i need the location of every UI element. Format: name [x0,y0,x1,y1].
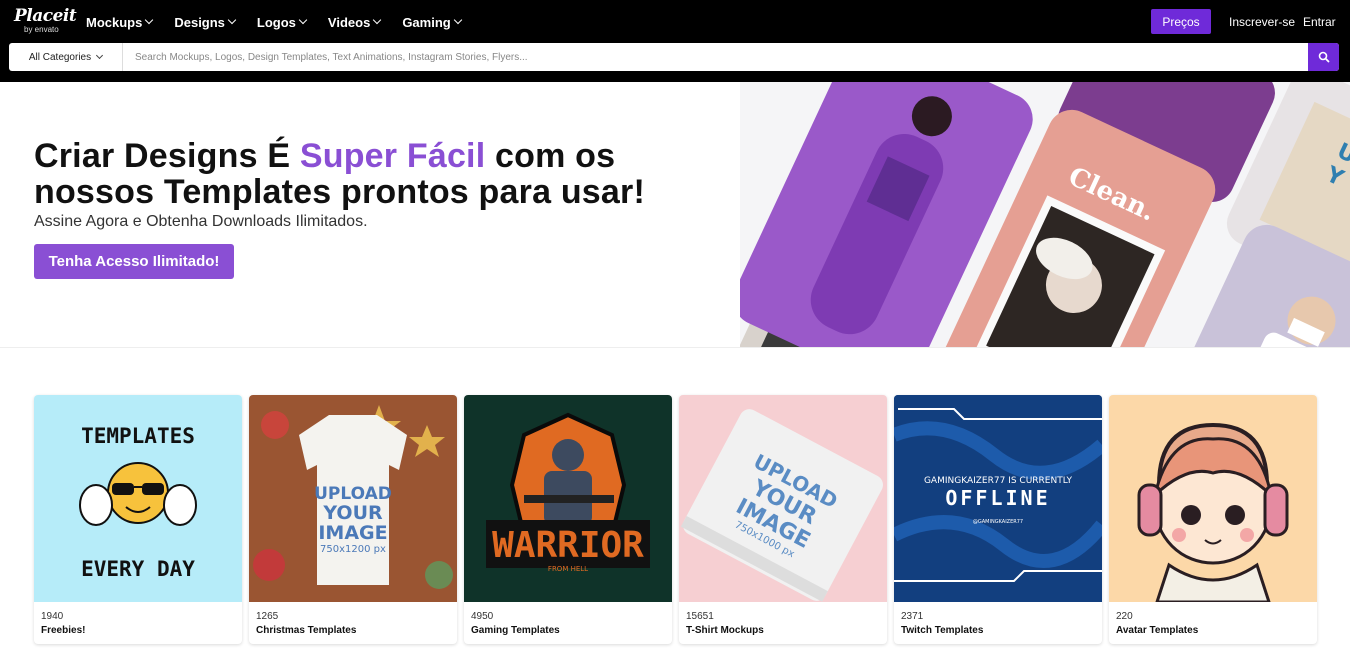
freebies-thumbnail: TEMPLATES EVERY DAY [34,395,242,602]
category-card-gaming[interactable]: WARRIOR FROM HELL 4950 Gaming Templates [464,395,672,644]
template-count: 15651 [686,611,714,622]
category-card-twitch[interactable]: GAMINGKAIZER77 IS CURRENTLY OFFLINE @GAM… [894,395,1102,644]
gaming-thumbnail: WARRIOR FROM HELL [464,395,672,602]
hero-title-accent: Super Fácil [299,137,486,175]
hero-title-line2: nossos Templates prontos para usar! [34,173,645,211]
nav-label: Mockups [86,14,143,30]
twitch-thumbnail: GAMINGKAIZER77 IS CURRENTLY OFFLINE @GAM… [894,395,1102,602]
nav-label: Logos [256,14,296,30]
category-title: Freebies! [41,625,86,636]
category-title: Gaming Templates [471,625,560,636]
template-count: 1265 [256,611,279,622]
category-title: Avatar Templates [1116,625,1199,636]
search-button[interactable] [1308,43,1339,71]
chevron-down-icon [298,15,308,25]
category-cards: TEMPLATES EVERY DAY 1940 Freebies! UPLOA… [34,395,1317,644]
template-count: 2371 [901,611,924,622]
nav-label: Designs [174,14,225,30]
nav-label: Videos [327,14,371,30]
nav-label: Gaming [402,14,451,30]
thumb-text: UPLOAD [314,484,392,504]
hero-collage-image: Clean. U Y [740,82,1350,347]
category-card-christmas[interactable]: UPLOAD YOUR IMAGE 750x1200 px 1265 Chris… [249,395,457,644]
nav-item-mockups[interactable]: Mockups [86,13,154,31]
search-bar: All Categories [9,43,1339,71]
chevron-down-icon [227,15,237,25]
search-input[interactable] [129,43,1299,71]
collage-graphic: Clean. U Y [740,82,1350,347]
hero-title-part2: com os [485,137,616,175]
logo-wordmark: Placeit [14,6,77,26]
nav-item-videos[interactable]: Videos [327,13,382,31]
category-select[interactable]: All Categories [9,43,123,71]
thumb-text: EVERY DAY [81,557,195,581]
category-card-tshirt[interactable]: UPLOAD YOUR IMAGE 750x1000 px 15651 T-Sh… [679,395,887,644]
thumb-text: FROM HELL [548,565,588,573]
thumb-text: GAMINGKAIZER77 IS CURRENTLY [924,476,1073,486]
tshirt-thumbnail: UPLOAD YOUR IMAGE 750x1000 px [679,395,887,602]
christmas-thumbnail: UPLOAD YOUR IMAGE 750x1200 px [249,395,457,602]
login-link[interactable]: Entrar [1303,15,1336,29]
category-title: Twitch Templates [901,625,984,636]
template-count: 1940 [41,611,64,622]
nav-item-logos[interactable]: Logos [256,13,308,31]
category-card-avatar[interactable]: 220 Avatar Templates [1109,395,1317,644]
thumb-text: 750x1200 px [320,544,386,555]
nav-item-designs[interactable]: Designs [174,13,237,31]
template-count: 4950 [471,611,494,622]
avatar-thumbnail [1109,395,1317,602]
placeit-logo[interactable]: Placeit by envato [14,6,77,36]
template-count: 220 [1116,611,1133,622]
nav-item-gaming[interactable]: Gaming [402,13,462,31]
hero-banner: Criar Designs É Super Fácil com os nosso… [0,82,1350,348]
logo-byline: by envato [24,25,59,34]
thumb-text: @GAMINGKAIZER77 [973,519,1023,525]
category-title: T-Shirt Mockups [686,625,764,636]
hero-subtitle: Assine Agora e Obtenha Downloads Ilimita… [34,213,368,230]
search-icon [1318,51,1329,63]
hero-title: Criar Designs É Super Fácil com os nosso… [34,138,645,210]
category-card-freebies[interactable]: TEMPLATES EVERY DAY 1940 Freebies! [34,395,242,644]
hero-title-part1: Criar Designs É [34,137,300,175]
chevron-down-icon [145,15,154,25]
signup-link[interactable]: Inscrever-se [1229,15,1295,29]
top-navigation-bar: Placeit by envato Mockups Designs Logos … [0,0,1350,82]
thumb-text: IMAGE [318,522,387,544]
chevron-down-icon [373,15,382,25]
thumb-text: YOUR [322,502,383,524]
main-nav: Mockups Designs Logos Videos Gaming [86,13,462,31]
thumb-text: WARRIOR [492,525,644,566]
category-select-value: All Categories [28,51,92,63]
thumb-text: TEMPLATES [81,424,195,448]
pricing-button[interactable]: Preços [1151,9,1211,34]
chevron-down-icon [96,51,104,59]
chevron-down-icon [453,15,462,25]
get-unlimited-access-button[interactable]: Tenha Acesso Ilimitado! [34,244,234,279]
category-title: Christmas Templates [256,625,357,636]
thumb-text: OFFLINE [945,486,1050,510]
